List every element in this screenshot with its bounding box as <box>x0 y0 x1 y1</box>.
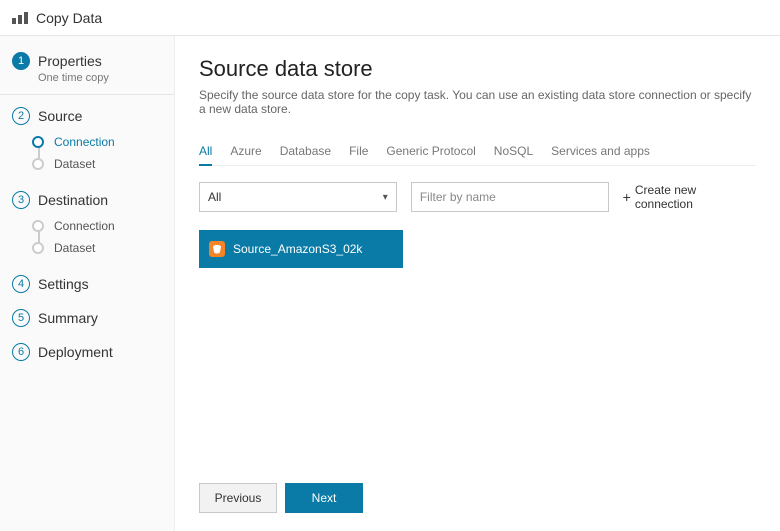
step-number-2-icon: 2 <box>12 107 30 125</box>
step-label: Destination <box>38 192 108 208</box>
type-filter-select[interactable]: All ▾ <box>199 182 397 212</box>
tab-database[interactable]: Database <box>280 138 331 165</box>
step-settings[interactable]: 4 Settings <box>0 267 174 301</box>
create-connection-label: Create new connection <box>635 183 756 211</box>
copy-data-icon <box>12 11 28 25</box>
tab-azure[interactable]: Azure <box>230 138 261 165</box>
step-label: Properties <box>38 53 102 69</box>
category-tabs: All Azure Database File Generic Protocol… <box>199 138 756 166</box>
step-label: Settings <box>38 276 89 292</box>
step-number-1-icon: 1 <box>12 52 30 70</box>
next-button[interactable]: Next <box>285 483 363 513</box>
step-label: Summary <box>38 310 98 326</box>
step-properties[interactable]: 1 Properties One time copy <box>0 44 174 95</box>
step-subtitle: One time copy <box>38 72 164 84</box>
tab-all[interactable]: All <box>199 138 212 166</box>
step-destination[interactable]: 3 Destination Connection Dataset <box>0 183 174 267</box>
step-deployment[interactable]: 6 Deployment <box>0 335 174 369</box>
substep-label: Dataset <box>54 241 95 255</box>
connection-card[interactable]: Source_AmazonS3_02k <box>199 230 403 268</box>
step-number-3-icon: 3 <box>12 191 30 209</box>
substep-dot-icon <box>32 136 44 148</box>
type-filter-value: All <box>208 190 221 204</box>
substep-label: Connection <box>54 219 115 233</box>
chevron-down-icon: ▾ <box>383 192 388 203</box>
create-connection-button[interactable]: + Create new connection <box>623 183 756 211</box>
main-panel: Source data store Specify the source dat… <box>175 36 780 531</box>
app-header: Copy Data <box>0 0 780 36</box>
substep-dest-connection[interactable]: Connection <box>32 215 164 237</box>
name-filter-input[interactable] <box>411 182 609 212</box>
step-number-5-icon: 5 <box>12 309 30 327</box>
step-number-6-icon: 6 <box>12 343 30 361</box>
step-label: Source <box>38 108 82 124</box>
tab-file[interactable]: File <box>349 138 368 165</box>
substep-source-dataset[interactable]: Dataset <box>32 153 164 175</box>
substep-dest-dataset[interactable]: Dataset <box>32 237 164 259</box>
plus-icon: + <box>623 190 631 204</box>
step-summary[interactable]: 5 Summary <box>0 301 174 335</box>
tab-services-apps[interactable]: Services and apps <box>551 138 650 165</box>
page-description: Specify the source data store for the co… <box>199 88 756 116</box>
wizard-sidebar: 1 Properties One time copy 2 Source Conn… <box>0 36 175 531</box>
app-title: Copy Data <box>36 10 102 26</box>
step-number-4-icon: 4 <box>12 275 30 293</box>
substep-dot-icon <box>32 242 44 254</box>
substep-label: Dataset <box>54 157 95 171</box>
substep-dot-icon <box>32 158 44 170</box>
page-title: Source data store <box>199 56 756 82</box>
connection-card-name: Source_AmazonS3_02k <box>233 242 362 256</box>
step-source[interactable]: 2 Source Connection Dataset <box>0 99 174 183</box>
previous-button[interactable]: Previous <box>199 483 277 513</box>
substep-label: Connection <box>54 135 115 149</box>
step-label: Deployment <box>38 344 113 360</box>
substep-source-connection[interactable]: Connection <box>32 131 164 153</box>
tab-generic-protocol[interactable]: Generic Protocol <box>386 138 475 165</box>
amazon-s3-icon <box>209 241 225 257</box>
tab-nosql[interactable]: NoSQL <box>494 138 533 165</box>
substep-dot-icon <box>32 220 44 232</box>
